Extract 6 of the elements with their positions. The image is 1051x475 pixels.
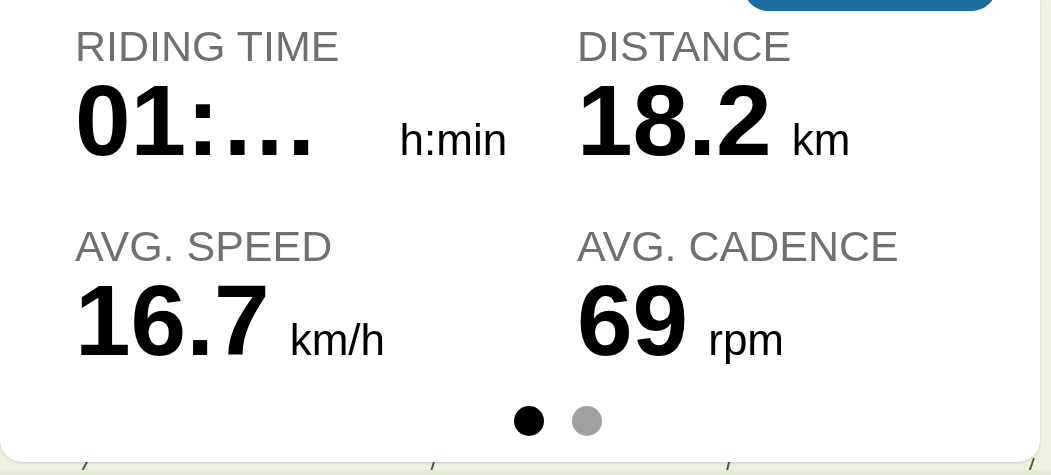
page-dot[interactable] <box>571 406 602 436</box>
stat-unit: km/h <box>289 314 385 366</box>
page-dot[interactable] <box>513 406 544 436</box>
stat-unit: h:min <box>399 114 508 166</box>
stat-unit: km <box>791 114 851 166</box>
stat-unit: rpm <box>708 314 784 366</box>
